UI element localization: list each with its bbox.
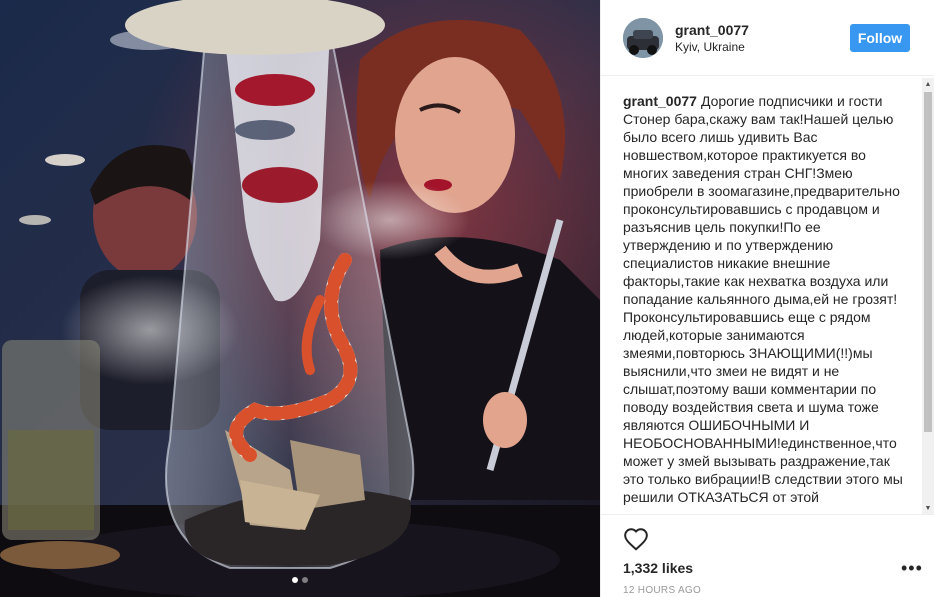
avatar[interactable] [623, 17, 663, 58]
carousel-dot-active[interactable] [292, 577, 298, 583]
post-sidebar: grant_0077 Kyiv, Ukraine grant_0077 Дорог… [600, 0, 934, 597]
caption-text: Дорогие подписчики и гости Стонер бара,с… [623, 93, 903, 505]
user-info: grant_0077 Kyiv, Ukraine [675, 21, 749, 55]
location-link[interactable]: Kyiv, Ukraine [675, 39, 749, 55]
comments-section: grant_0077 Дорогие подписчики и гости Сто… [601, 76, 928, 516]
post-photo[interactable] [0, 0, 600, 597]
caption-username-link[interactable]: grant_0077 [623, 93, 697, 109]
carousel-dot[interactable] [302, 577, 308, 583]
likes-count[interactable]: 1,332 likes [623, 560, 693, 576]
scroll-up-arrow-icon[interactable]: ▲ [922, 78, 934, 90]
post-timestamp[interactable]: 12 HOURS AGO [623, 585, 701, 596]
comments-scrollbar[interactable]: ▲ ▼ [922, 78, 934, 514]
username-link[interactable]: grant_0077 [675, 21, 749, 39]
scroll-down-arrow-icon[interactable]: ▼ [922, 502, 934, 514]
post-footer: 1,332 likes 12 HOURS AGO ••• [601, 514, 934, 596]
carousel-indicator [0, 577, 600, 583]
heart-icon[interactable] [623, 527, 649, 551]
scrollbar-thumb[interactable] [924, 92, 932, 432]
more-options-icon[interactable]: ••• [901, 559, 923, 577]
follow-button[interactable]: Follow [850, 24, 910, 52]
instagram-post: grant_0077 Kyiv, Ukraine grant_0077 Дорог… [0, 0, 934, 597]
caption: grant_0077 Дорогие подписчики и гости Сто… [623, 92, 908, 506]
hookah-snake-photo [0, 0, 600, 597]
